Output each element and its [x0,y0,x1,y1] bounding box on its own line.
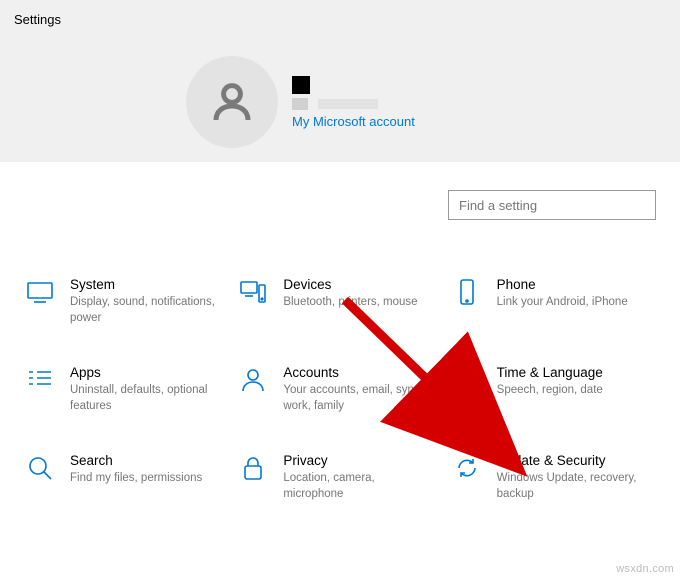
tile-update-security[interactable]: Update & Security Windows Update, recove… [451,452,656,502]
content-region: System Display, sound, notifications, po… [0,162,680,502]
tile-title: Privacy [283,453,433,468]
tile-title: Accounts [283,365,433,380]
tile-devices[interactable]: Devices Bluetooth, printers, mouse [237,276,442,326]
my-microsoft-account-link[interactable]: My Microsoft account [292,114,415,129]
tile-title: System [70,277,220,292]
search-icon [24,452,56,484]
svg-text:字: 字 [465,377,479,393]
tile-desc: Link your Android, iPhone [497,295,628,311]
settings-tiles: System Display, sound, notifications, po… [24,230,656,502]
tile-title: Update & Security [497,453,647,468]
accounts-icon [237,364,269,396]
search-input[interactable] [448,190,656,220]
tile-search[interactable]: Search Find my files, permissions [24,452,229,502]
tile-desc: Speech, region, date [497,383,603,399]
tile-desc: Your accounts, email, sync, work, family [283,383,433,414]
system-icon [24,276,56,308]
tile-privacy[interactable]: Privacy Location, camera, microphone [237,452,442,502]
tile-time-language[interactable]: A字 Time & Language Speech, region, date [451,364,656,414]
profile-area: My Microsoft account [186,56,415,148]
tile-desc: Location, camera, microphone [283,471,433,502]
time-language-icon: A字 [451,364,483,396]
tile-desc: Display, sound, notifications, power [70,295,220,326]
tile-title: Search [70,453,202,468]
phone-icon [451,276,483,308]
tile-desc: Bluetooth, printers, mouse [283,295,417,311]
tile-title: Phone [497,277,628,292]
profile-email-redacted [292,98,415,110]
watermark: wsxdn.com [616,563,674,575]
avatar [186,56,278,148]
tile-accounts[interactable]: Accounts Your accounts, email, sync, wor… [237,364,442,414]
page-title: Settings [14,12,61,27]
tile-phone[interactable]: Phone Link your Android, iPhone [451,276,656,326]
profile-name-redacted [292,76,415,94]
tile-title: Time & Language [497,365,603,380]
tile-title: Apps [70,365,220,380]
search-wrap [24,162,656,230]
privacy-icon [237,452,269,484]
profile-text: My Microsoft account [292,76,415,129]
update-security-icon [451,452,483,484]
tile-apps[interactable]: Apps Uninstall, defaults, optional featu… [24,364,229,414]
tile-desc: Windows Update, recovery, backup [497,471,647,502]
tile-system[interactable]: System Display, sound, notifications, po… [24,276,229,326]
tile-title: Devices [283,277,417,292]
apps-icon [24,364,56,396]
user-icon [208,78,256,126]
tile-desc: Find my files, permissions [70,471,202,487]
devices-icon [237,276,269,308]
header-region: Settings My Microsoft account [0,0,680,162]
tile-desc: Uninstall, defaults, optional features [70,383,220,414]
svg-text:A: A [454,367,464,382]
